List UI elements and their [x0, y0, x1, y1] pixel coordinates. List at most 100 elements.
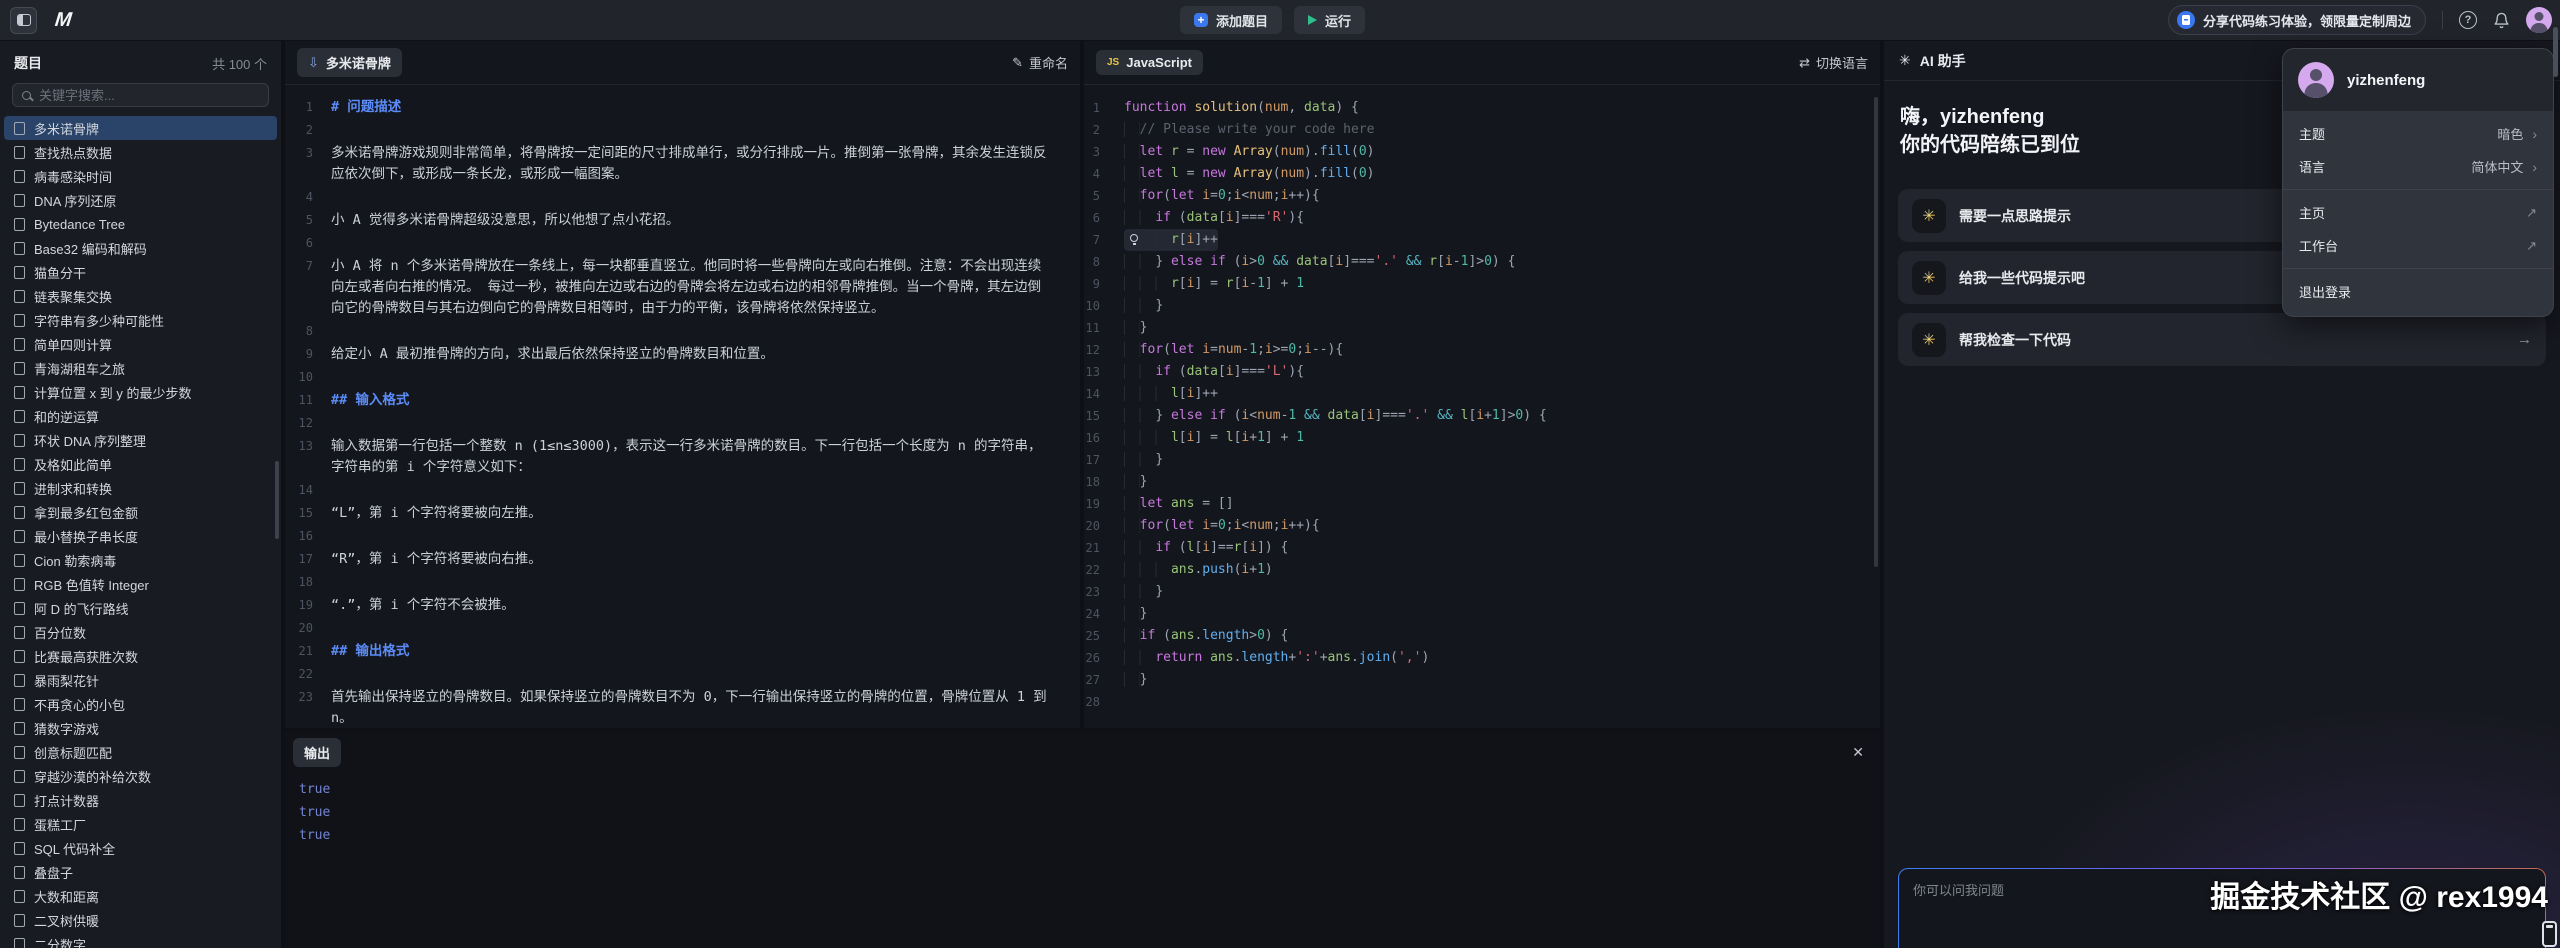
code-line[interactable]: 28	[1084, 691, 1880, 713]
rename-button[interactable]: ✎ 重命名	[1012, 53, 1068, 72]
app-logo[interactable]: M	[54, 9, 72, 32]
menu-item-语言[interactable]: 语言简体中文›	[2283, 150, 2553, 183]
code-text: if (data[i]==='R'){	[1124, 207, 1304, 229]
sidebar-item[interactable]: 大数和距离	[4, 884, 277, 908]
run-button[interactable]: 运行	[1294, 6, 1365, 34]
document-icon	[14, 770, 25, 783]
ai-suggestion-card[interactable]: ✳帮我检查一下代码→	[1898, 313, 2546, 366]
search-input[interactable]	[39, 88, 259, 103]
line-number: 22	[1084, 559, 1124, 581]
sidebar-item[interactable]: Base32 编码和解码	[4, 236, 277, 260]
code-line[interactable]: 13 if (data[i]==='L'){	[1084, 361, 1880, 383]
code-line[interactable]: 4 let l = new Array(num).fill(0)	[1084, 163, 1880, 185]
sidebar-item[interactable]: DNA 序列还原	[4, 188, 277, 212]
code-line[interactable]: 6 if (data[i]==='R'){	[1084, 207, 1880, 229]
sidebar-item[interactable]: 穿越沙漠的补给次数	[4, 764, 277, 788]
sidebar-item[interactable]: 环状 DNA 序列整理	[4, 428, 277, 452]
sidebar-item[interactable]: 进制求和转换	[4, 476, 277, 500]
code-line[interactable]: 11 }	[1084, 317, 1880, 339]
sidebar-item[interactable]: 查找热点数据	[4, 140, 277, 164]
menu-item-工作台[interactable]: 工作台↗	[2283, 229, 2553, 262]
sidebar-item[interactable]: 比赛最高获胜次数	[4, 644, 277, 668]
plus-icon: +	[1194, 13, 1208, 27]
sidebar-item[interactable]: RGB 色值转 Integer	[4, 572, 277, 596]
code-line[interactable]: 5 for(let i=0;i<num;i++){	[1084, 185, 1880, 207]
sidebar-item[interactable]: SQL 代码补全	[4, 836, 277, 860]
code-line[interactable]: 10 }	[1084, 295, 1880, 317]
sidebar-item[interactable]: 阿 D 的飞行路线	[4, 596, 277, 620]
device-widget-icon[interactable]	[2542, 921, 2557, 947]
code-line[interactable]: 14 l[i]++	[1084, 383, 1880, 405]
close-icon[interactable]: ✕	[1852, 745, 1864, 759]
sidebar-item[interactable]: 和的逆运算	[4, 404, 277, 428]
sidebar-toggle-button[interactable]	[10, 7, 37, 34]
switch-language-button[interactable]: ⇄ 切换语言	[1799, 53, 1868, 72]
add-problem-button[interactable]: + 添加题目	[1180, 6, 1282, 34]
sidebar-item[interactable]: 打点计数器	[4, 788, 277, 812]
output-tab[interactable]: 输出	[293, 738, 341, 767]
code-line[interactable]: 3 let r = new Array(num).fill(0)	[1084, 141, 1880, 163]
lightbulb-icon[interactable]	[1130, 234, 1138, 242]
markdown-line: 2	[285, 120, 1080, 141]
share-campaign-button[interactable]: 分享代码练习体验，领限量定制周边	[2168, 5, 2426, 35]
code-line[interactable]: 8 } else if (i>0 && data[i]==='.' && r[i…	[1084, 251, 1880, 273]
sidebar-item[interactable]: 二叉树供暖	[4, 908, 277, 932]
bell-icon[interactable]	[2493, 12, 2510, 29]
code-line[interactable]: 2 // Please write your code here	[1084, 119, 1880, 141]
code-line[interactable]: 16 l[i] = l[i+1] + 1	[1084, 427, 1880, 449]
problem-content[interactable]: 1# 问题描述23多米诺骨牌游戏规则非常简单，将骨牌按一定间距的尺寸排成单行，或…	[285, 85, 1080, 728]
sidebar-item[interactable]: 计算位置 x 到 y 的最少步数	[4, 380, 277, 404]
sidebar-item[interactable]: 及格如此简单	[4, 452, 277, 476]
language-tab[interactable]: JS JavaScript	[1096, 50, 1203, 75]
code-line[interactable]: 18 }	[1084, 471, 1880, 493]
menu-item-主题[interactable]: 主题暗色›	[2283, 117, 2553, 150]
sidebar-scrollbar[interactable]	[275, 461, 279, 539]
sidebar-item[interactable]: 简单四则计算	[4, 332, 277, 356]
code-line[interactable]: 15 } else if (i<num-1 && data[i]==='.' &…	[1084, 405, 1880, 427]
code-line[interactable]: 23 }	[1084, 581, 1880, 603]
sidebar-item[interactable]: 拿到最多红包金额	[4, 500, 277, 524]
sidebar-item[interactable]: 二分数字	[4, 932, 277, 948]
page-scrollbar[interactable]	[2553, 27, 2558, 77]
sidebar-item[interactable]: 猫鱼分干	[4, 260, 277, 284]
sidebar-item[interactable]: 链表聚集交换	[4, 284, 277, 308]
sidebar-item[interactable]: 多米诺骨牌	[4, 116, 277, 140]
sidebar-item[interactable]: 叠盘子	[4, 860, 277, 884]
sidebar-item[interactable]: 青海湖租车之旅	[4, 356, 277, 380]
output-line: true	[299, 778, 1880, 801]
sidebar-item[interactable]: Bytedance Tree	[4, 212, 277, 236]
sidebar-item[interactable]: 字符串有多少种可能性	[4, 308, 277, 332]
sidebar-item-label: 二叉树供暖	[34, 911, 99, 930]
code-line[interactable]: 21 if (l[i]==r[i]) {	[1084, 537, 1880, 559]
code-line[interactable]: 17 }	[1084, 449, 1880, 471]
search-box[interactable]	[12, 83, 269, 107]
sidebar-item[interactable]: Cion 勒索病毒	[4, 548, 277, 572]
code-line[interactable]: 26 return ans.length+':'+ans.join(',')	[1084, 647, 1880, 669]
sidebar-item[interactable]: 猜数字游戏	[4, 716, 277, 740]
code-lines[interactable]: 1function solution(num, data) {2 // Plea…	[1084, 85, 1880, 728]
sidebar-item[interactable]: 暴雨梨花针	[4, 668, 277, 692]
menu-item-主页[interactable]: 主页↗	[2283, 196, 2553, 229]
code-line[interactable]: 19 let ans = []	[1084, 493, 1880, 515]
code-line[interactable]: 22 ans.push(i+1)	[1084, 559, 1880, 581]
sidebar-item[interactable]: 不再贪心的小包	[4, 692, 277, 716]
help-icon[interactable]: ?	[2459, 11, 2477, 29]
problem-tab[interactable]: ⇩ 多米诺骨牌	[297, 48, 402, 77]
menu-item-退出登录[interactable]: 退出登录	[2283, 275, 2553, 308]
code-line[interactable]: 9 r[i] = r[i-1] + 1	[1084, 273, 1880, 295]
code-line[interactable]: 25 if (ans.length>0) {	[1084, 625, 1880, 647]
user-avatar[interactable]	[2526, 7, 2552, 33]
code-line[interactable]: 27 }	[1084, 669, 1880, 691]
code-line[interactable]: 1function solution(num, data) {	[1084, 97, 1880, 119]
code-line[interactable]: 24 }	[1084, 603, 1880, 625]
sidebar-item[interactable]: 蛋糕工厂	[4, 812, 277, 836]
editor-scrollbar[interactable]	[1874, 97, 1878, 567]
sidebar-item[interactable]: 创意标题匹配	[4, 740, 277, 764]
sidebar-item[interactable]: 病毒感染时间	[4, 164, 277, 188]
code-line[interactable]: 12 for(let i=num-1;i>=0;i--){	[1084, 339, 1880, 361]
document-icon	[14, 194, 25, 207]
code-line[interactable]: 20 for(let i=0;i<num;i++){	[1084, 515, 1880, 537]
sidebar-item[interactable]: 百分位数	[4, 620, 277, 644]
code-line[interactable]: 7 r[i]++	[1084, 229, 1880, 251]
sidebar-item[interactable]: 最小替换子串长度	[4, 524, 277, 548]
